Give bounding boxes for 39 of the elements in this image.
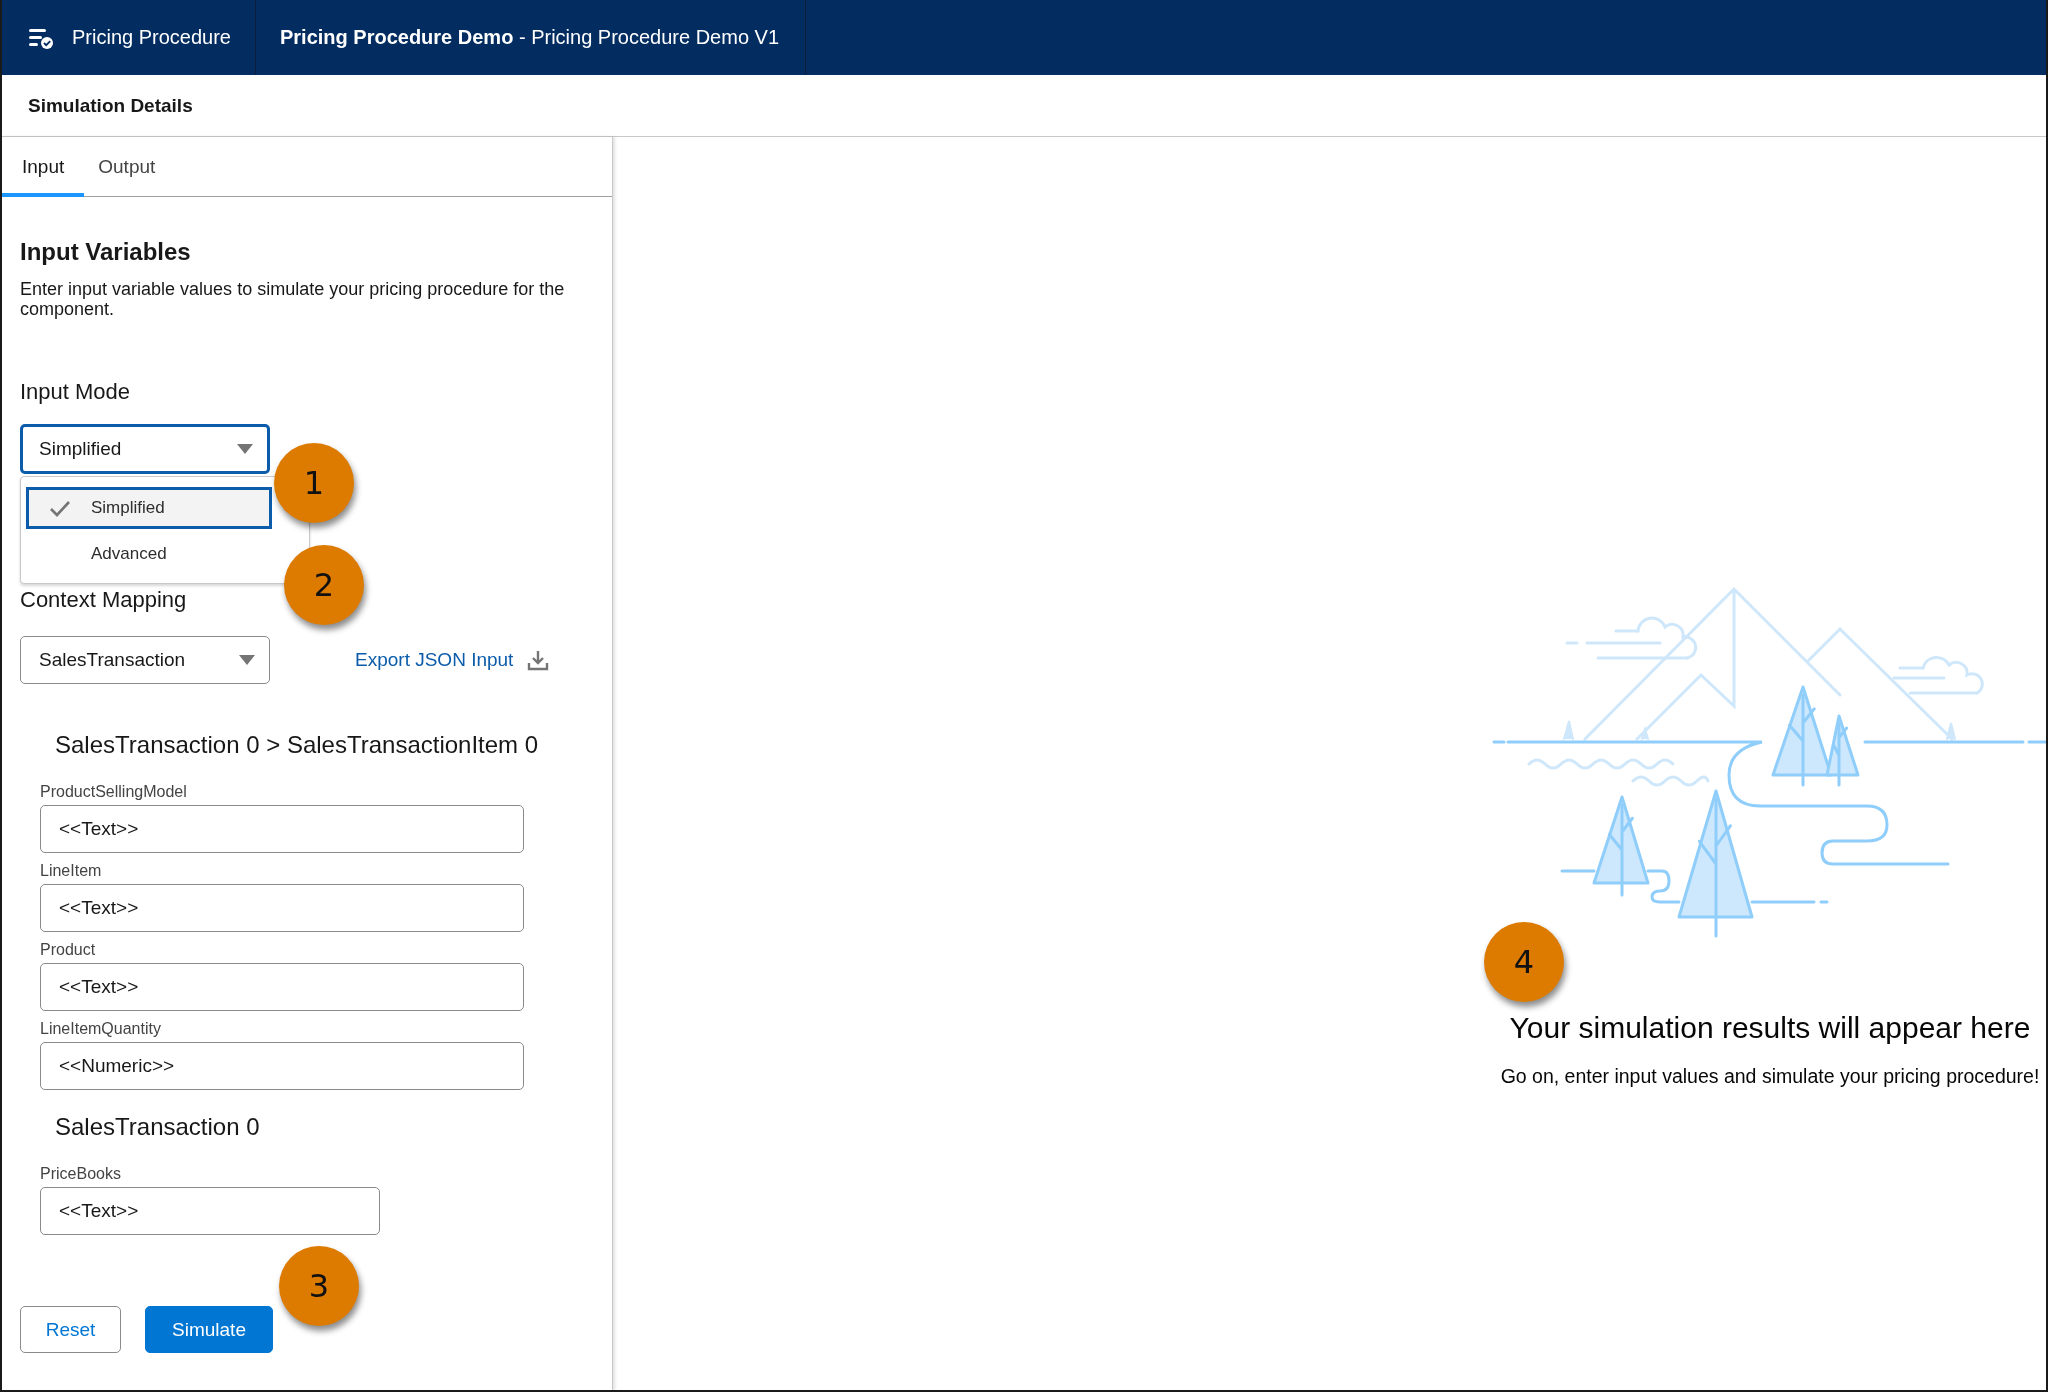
callout-badge: 3 (279, 1246, 359, 1326)
field-label: Context Mapping (20, 586, 187, 614)
tab[interactable]: Output (84, 137, 176, 197)
caret-down-icon (239, 655, 255, 665)
field-label: ProductSellingModel (40, 783, 188, 801)
input-field[interactable]: <<Text>> (40, 963, 524, 1011)
dropdown-option[interactable]: Advanced (26, 533, 272, 575)
section-title: Input Variables (20, 237, 192, 267)
callout-badge: 2 (284, 545, 364, 625)
input-field[interactable]: <<Text>> (40, 805, 524, 853)
empty-state-title: Your simulation results will appear here (1509, 1011, 2031, 1045)
simulate-button[interactable]: Simulate (145, 1306, 273, 1353)
input-field[interactable]: <<Text>> (40, 884, 524, 932)
callout-badge: 1 (274, 443, 354, 523)
tab[interactable]: Input (2, 137, 85, 197)
page-title: Simulation Details (28, 94, 193, 117)
record-title: Pricing Procedure Demo - Pricing Procedure Demo V1 (279, 26, 780, 49)
callout-badge: 4 (1484, 922, 1564, 1002)
procedure-icon (28, 26, 54, 49)
reset-button[interactable]: Reset (20, 1306, 121, 1353)
dropdown-option[interactable]: Simplified (26, 487, 272, 529)
group-title: SalesTransaction 0 > SalesTransactionItem 0 (54, 730, 540, 760)
checkmark-icon (49, 499, 71, 517)
field-label: PriceBooks (40, 1165, 122, 1183)
input-field[interactable]: <<Text>> (40, 1187, 380, 1235)
field-label: LineItem (40, 862, 103, 880)
input-field[interactable]: <<Numeric>> (40, 1042, 524, 1090)
field-label: LineItemQuantity (40, 1020, 162, 1038)
app-name: Pricing Procedure (72, 26, 231, 49)
dropdown-field[interactable]: SalesTransaction (20, 636, 270, 684)
section-description: Enter input variable values to simulate your pricing procedure for the component. (20, 279, 566, 319)
field-label: Product (40, 941, 97, 959)
export-link[interactable]: Export JSON Input (355, 649, 514, 671)
dropdown-field[interactable]: Simplified (20, 424, 270, 474)
field-label: Input Mode (20, 378, 131, 406)
empty-state-message: Go on, enter input values and simulate your pricing procedure! (1500, 1065, 2040, 1088)
caret-down-icon (237, 444, 253, 454)
download-icon[interactable] (527, 649, 550, 671)
group-title: SalesTransaction 0 (54, 1112, 261, 1142)
